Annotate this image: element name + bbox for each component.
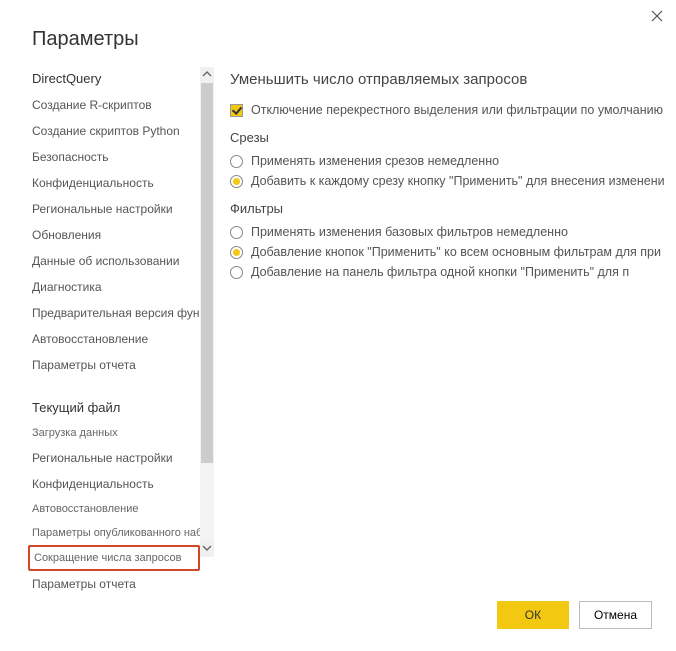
sidebar-item-auto-recovery[interactable]: Автовосстановление xyxy=(32,326,200,352)
sidebar-item-preview-features[interactable]: Предварительная версия функций xyxy=(32,300,200,326)
filter-option-apply-all[interactable]: Добавление кнопок "Применить" ко всем ос… xyxy=(230,242,676,262)
section-title: Уменьшить число отправляемых запросов xyxy=(230,71,676,88)
slicer-option-instant[interactable]: Применять изменения срезов немедленно xyxy=(230,151,676,171)
chevron-up-icon xyxy=(202,66,212,84)
sidebar-item-report-settings[interactable]: Параметры отчета xyxy=(32,352,200,378)
sidebar-item-regional-file[interactable]: Региональные настройки xyxy=(32,445,200,471)
dialog-title: Параметры xyxy=(0,0,676,67)
option-label: Применять изменения базовых фильтров нем… xyxy=(251,225,568,239)
sidebar-item-usage-data[interactable]: Данные об использовании xyxy=(32,248,200,274)
option-label: Добавление кнопок "Применить" ко всем ос… xyxy=(251,245,661,259)
sidebar-item-r-scripting[interactable]: Создание R-скриптов xyxy=(32,92,200,118)
sidebar: DirectQuery Создание R-скриптов Создание… xyxy=(32,67,200,577)
filter-option-instant[interactable]: Применять изменения базовых фильтров нем… xyxy=(230,222,676,242)
scroll-up-button[interactable] xyxy=(200,67,214,83)
radio-checked-icon[interactable] xyxy=(230,246,243,259)
content-pane: Уменьшить число отправляемых запросов От… xyxy=(200,67,676,577)
sidebar-group-directquery[interactable]: DirectQuery xyxy=(32,67,200,92)
sidebar-item-auto-recovery-file[interactable]: Автовосстановление xyxy=(32,497,200,521)
sidebar-item-query-reduction[interactable]: Сокращение числа запросов xyxy=(28,545,200,571)
sidebar-item-updates[interactable]: Обновления xyxy=(32,222,200,248)
sidebar-item-regional[interactable]: Региональные настройки xyxy=(32,196,200,222)
dialog-footer: ОК Отмена xyxy=(497,601,652,629)
sidebar-item-diagnostics[interactable]: Диагностика xyxy=(32,274,200,300)
filters-header: Фильтры xyxy=(230,201,676,216)
slicer-option-apply-button[interactable]: Добавить к каждому срезу кнопку "Примени… xyxy=(230,171,676,191)
option-label: Отключение перекрестного выделения или ф… xyxy=(251,103,663,117)
ok-button[interactable]: ОК xyxy=(497,601,569,629)
sidebar-item-report-settings-file[interactable]: Параметры отчета xyxy=(32,571,200,597)
sidebar-scrollbar[interactable] xyxy=(200,67,214,557)
option-label: Применять изменения срезов немедленно xyxy=(251,154,499,168)
chevron-down-icon xyxy=(202,540,212,558)
scroll-thumb[interactable] xyxy=(201,83,213,463)
sidebar-item-security[interactable]: Безопасность xyxy=(32,144,200,170)
slicers-header: Срезы xyxy=(230,130,676,145)
scroll-track[interactable] xyxy=(200,83,214,541)
sidebar-item-privacy-file[interactable]: Конфиденциальность xyxy=(32,471,200,497)
options-dialog: Параметры DirectQuery Создание R-скрипто… xyxy=(0,0,676,651)
scroll-down-button[interactable] xyxy=(200,541,214,557)
sidebar-item-privacy[interactable]: Конфиденциальность xyxy=(32,170,200,196)
radio-unchecked-icon[interactable] xyxy=(230,226,243,239)
radio-unchecked-icon[interactable] xyxy=(230,266,243,279)
close-button[interactable] xyxy=(650,8,664,26)
sidebar-item-published-dataset[interactable]: Параметры опубликованного набора данных xyxy=(32,521,200,545)
option-label: Добавление на панель фильтра одной кнопк… xyxy=(251,265,629,279)
sidebar-item-data-load[interactable]: Загрузка данных xyxy=(32,421,200,445)
checkbox-checked-icon[interactable] xyxy=(230,104,243,117)
option-disable-crossfilter[interactable]: Отключение перекрестного выделения или ф… xyxy=(230,100,676,120)
sidebar-item-python-scripting[interactable]: Создание скриптов Python xyxy=(32,118,200,144)
cancel-button[interactable]: Отмена xyxy=(579,601,652,629)
filter-option-single-apply[interactable]: Добавление на панель фильтра одной кнопк… xyxy=(230,262,676,282)
radio-checked-icon[interactable] xyxy=(230,175,243,188)
close-icon xyxy=(650,7,664,27)
sidebar-group-current-file: Текущий файл xyxy=(32,396,200,421)
radio-unchecked-icon[interactable] xyxy=(230,155,243,168)
option-label: Добавить к каждому срезу кнопку "Примени… xyxy=(251,174,665,188)
